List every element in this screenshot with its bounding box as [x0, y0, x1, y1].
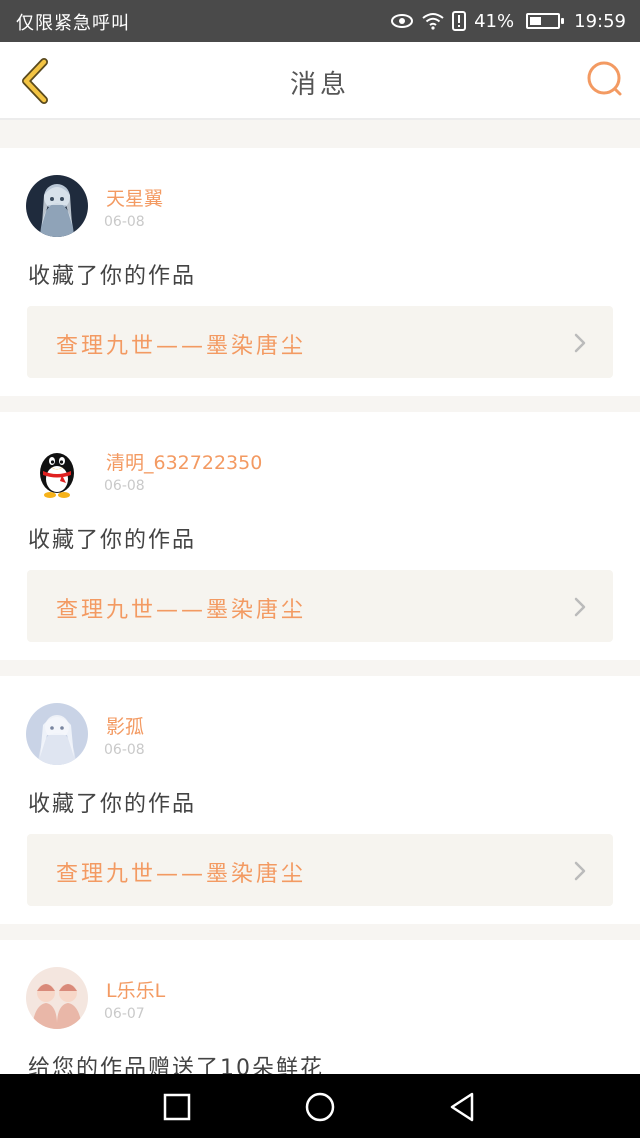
message-date: 06-08 [104, 742, 145, 758]
search-icon [587, 61, 622, 96]
work-link[interactable]: 查理九世——墨染唐尘 [27, 570, 613, 642]
message-date: 06-07 [104, 1006, 145, 1022]
message-text: 收藏了你的作品 [28, 264, 197, 289]
system-back-button[interactable] [446, 1090, 480, 1124]
eye-icon [390, 13, 414, 29]
avatar[interactable] [26, 439, 88, 501]
avatar[interactable] [26, 175, 88, 237]
message-text: 给您的作品赠送了10朵鲜花 [28, 1056, 324, 1074]
message-text: 收藏了你的作品 [28, 792, 197, 817]
message-card: 影孤 06-08 收藏了你的作品 查理九世——墨染唐尘 [0, 676, 640, 924]
header: 消息 [0, 42, 640, 120]
carrier-text: 仅限紧急呼叫 [16, 13, 130, 34]
recent-apps-icon [163, 1093, 191, 1121]
search-button[interactable] [584, 58, 628, 102]
status-bar: 仅限紧急呼叫 41% 19:59 [0, 0, 640, 42]
username[interactable]: 清明_632722350 [106, 448, 262, 475]
page-title: 消息 [289, 70, 350, 100]
home-icon [305, 1092, 335, 1122]
username[interactable]: L乐乐L [106, 976, 165, 1003]
work-title: 查理九世——墨染唐尘 [56, 862, 307, 887]
back-triangle-icon [450, 1092, 474, 1122]
wifi-icon [422, 12, 444, 30]
work-link[interactable]: 查理九世——墨染唐尘 [27, 834, 613, 906]
message-card: L乐乐L 06-07 给您的作品赠送了10朵鲜花 [0, 940, 640, 1074]
status-icons: 41% 19:59 [390, 8, 626, 34]
avatar[interactable] [26, 967, 88, 1029]
username[interactable]: 影孤 [106, 712, 144, 739]
clock: 19:59 [574, 10, 626, 32]
message-card: 清明_632722350 06-08 收藏了你的作品 查理九世——墨染唐尘 [0, 412, 640, 660]
battery-level-fill [530, 17, 542, 25]
message-card: 天星翼 06-08 收藏了你的作品 查理九世——墨染唐尘 [0, 148, 640, 396]
work-link[interactable]: 查理九世——墨染唐尘 [27, 306, 613, 378]
notification-alert-icon [452, 11, 467, 31]
message-date: 06-08 [104, 214, 145, 230]
chevron-right-icon [574, 333, 586, 353]
message-list[interactable]: 天星翼 06-08 收藏了你的作品 查理九世——墨染唐尘 清明_63272235… [0, 132, 640, 1074]
home-button[interactable] [303, 1090, 337, 1124]
avatar[interactable] [26, 703, 88, 765]
chevron-right-icon [574, 861, 586, 881]
message-date: 06-08 [104, 478, 145, 494]
username[interactable]: 天星翼 [106, 184, 163, 211]
work-title: 查理九世——墨染唐尘 [56, 598, 307, 623]
system-navigation-bar [0, 1074, 640, 1138]
chevron-right-icon [574, 597, 586, 617]
recent-apps-button[interactable] [160, 1090, 194, 1124]
battery-percent: 41% [474, 10, 515, 32]
battery-icon [526, 13, 565, 29]
work-title: 查理九世——墨染唐尘 [56, 334, 307, 359]
message-text: 收藏了你的作品 [28, 528, 197, 553]
